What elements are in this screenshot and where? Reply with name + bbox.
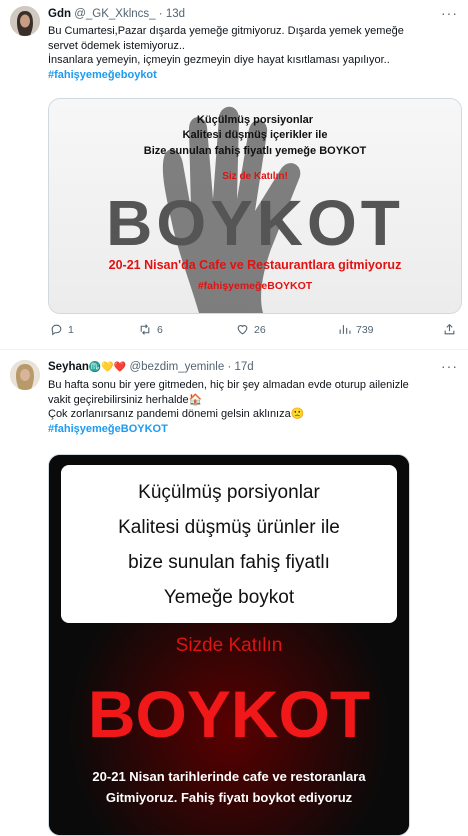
poster-join: Siz de Katılın! bbox=[222, 171, 288, 182]
like-count: 26 bbox=[254, 323, 266, 336]
tweet-text-line: Bu hafta sonu bir yere gitmeden, hiç bir… bbox=[48, 379, 409, 391]
reply-icon bbox=[51, 324, 62, 336]
poster-join: Sizde Katılın bbox=[176, 635, 283, 656]
hashtag-link[interactable]: #fahişyemeğeBOYKOT bbox=[48, 423, 168, 435]
more-options-button[interactable]: ··· bbox=[441, 5, 458, 21]
display-name[interactable]: Gdn bbox=[48, 8, 71, 20]
boycott-poster-2: Küçülmüş porsiyonlar Kalitesi düşmüş ürü… bbox=[49, 455, 409, 835]
view-count: 739 bbox=[356, 323, 374, 336]
tweet-actions: 1 6 26 739 bbox=[48, 323, 458, 341]
tweet-image[interactable]: Küçülmüş porsiyonlar Kalitesi düşmüş içe… bbox=[48, 98, 462, 314]
views-button[interactable]: 739 bbox=[338, 323, 374, 336]
poster-boykot: BOYKOT bbox=[88, 677, 370, 751]
poster-line-3: Bize sunulan fahiş fiyatlı yemeğe BOYKOT bbox=[144, 145, 367, 157]
poster-line-4: Yemeğe boykot bbox=[164, 587, 295, 608]
more-options-button[interactable]: ··· bbox=[441, 358, 458, 374]
heart-icon bbox=[237, 325, 248, 335]
tweet-header: Seyhan♏💛❤️ @bezdim_yeminle · 17d bbox=[48, 361, 254, 373]
retweet-count: 6 bbox=[157, 323, 163, 336]
poster-line-2: Kalitesi düşmüş içerikler ile bbox=[183, 129, 328, 141]
poster-line-3: bize sunulan fahiş fiyatlı bbox=[128, 552, 330, 573]
retweet-icon bbox=[140, 324, 150, 335]
name-emojis: ♏💛❤️ bbox=[88, 362, 127, 373]
boycott-poster-1: Küçülmüş porsiyonlar Kalitesi düşmüş içe… bbox=[49, 99, 461, 313]
handle[interactable]: @_GK_Xklncs_ bbox=[74, 8, 155, 20]
poster-hashtag: #fahişyemeğeBOYKOT bbox=[198, 280, 313, 292]
poster-bottom-line-1: 20-21 Nisan tarihlerinde cafe ve restora… bbox=[92, 769, 366, 784]
tweet-text: Bu Cumartesi,Pazar dışarda yemeğe gitmiy… bbox=[48, 24, 460, 82]
avatar[interactable] bbox=[10, 360, 40, 390]
tweet-text-line: servet ödemek istemiyoruz.. bbox=[48, 39, 185, 52]
share-button[interactable] bbox=[443, 323, 456, 336]
tweet-2[interactable]: Seyhan♏💛❤️ @bezdim_yeminle · 17d ··· Bu … bbox=[0, 350, 468, 836]
tweet-text: Bu hafta sonu bir yere gitmeden, hiç bir… bbox=[48, 378, 460, 436]
poster-bottom-line-2: Gitmiyoruz. Fahiş fiyatı boykot ediyoruz bbox=[106, 790, 353, 805]
hashtag-link[interactable]: #fahişyemeğeboykot bbox=[48, 69, 157, 81]
tweet-text-line: Çok zorlanırsanız pandemi dönemi gelsin … bbox=[48, 408, 305, 420]
avatar[interactable] bbox=[10, 6, 40, 36]
poster-line-2: Kalitesi düşmüş ürünler ile bbox=[118, 517, 340, 538]
handle[interactable]: @bezdim_yeminle bbox=[129, 361, 224, 373]
poster-dates: 20-21 Nisan'da Cafe ve Restaurantlara gi… bbox=[109, 258, 402, 272]
tweet-text-line: İnsanlara yemeyin, içmeyin gezmeyin diye… bbox=[48, 54, 390, 66]
reply-button[interactable]: 1 bbox=[50, 323, 74, 336]
separator-dot: · bbox=[227, 361, 232, 373]
avatar-image bbox=[10, 6, 40, 36]
views-icon bbox=[339, 325, 351, 334]
poster-boykot: BOYKOT bbox=[106, 187, 404, 259]
timestamp[interactable]: 13d bbox=[166, 8, 185, 20]
timestamp[interactable]: 17d bbox=[235, 361, 254, 373]
like-button[interactable]: 26 bbox=[236, 323, 266, 336]
tweet-text-line: vakit geçirebilirsiniz herhalde🏠 bbox=[48, 393, 203, 406]
tweet-image[interactable]: Küçülmüş porsiyonlar Kalitesi düşmüş ürü… bbox=[48, 454, 410, 836]
poster-line-1: Küçülmüş porsiyonlar bbox=[197, 114, 314, 126]
tweet-header: Gdn @_GK_Xklncs_ · 13d bbox=[48, 8, 185, 20]
poster-line-1: Küçülmüş porsiyonlar bbox=[138, 482, 320, 503]
tweet-1[interactable]: Gdn @_GK_Xklncs_ · 13d ··· Bu Cumartesi,… bbox=[0, 0, 468, 350]
avatar-image bbox=[10, 360, 40, 390]
retweet-button[interactable]: 6 bbox=[138, 323, 163, 336]
tweet-text-line: Bu Cumartesi,Pazar dışarda yemeğe gitmiy… bbox=[48, 25, 404, 37]
reply-count: 1 bbox=[68, 323, 74, 336]
display-name[interactable]: Seyhan bbox=[48, 361, 89, 373]
share-icon bbox=[444, 323, 455, 335]
separator-dot: · bbox=[158, 8, 163, 20]
